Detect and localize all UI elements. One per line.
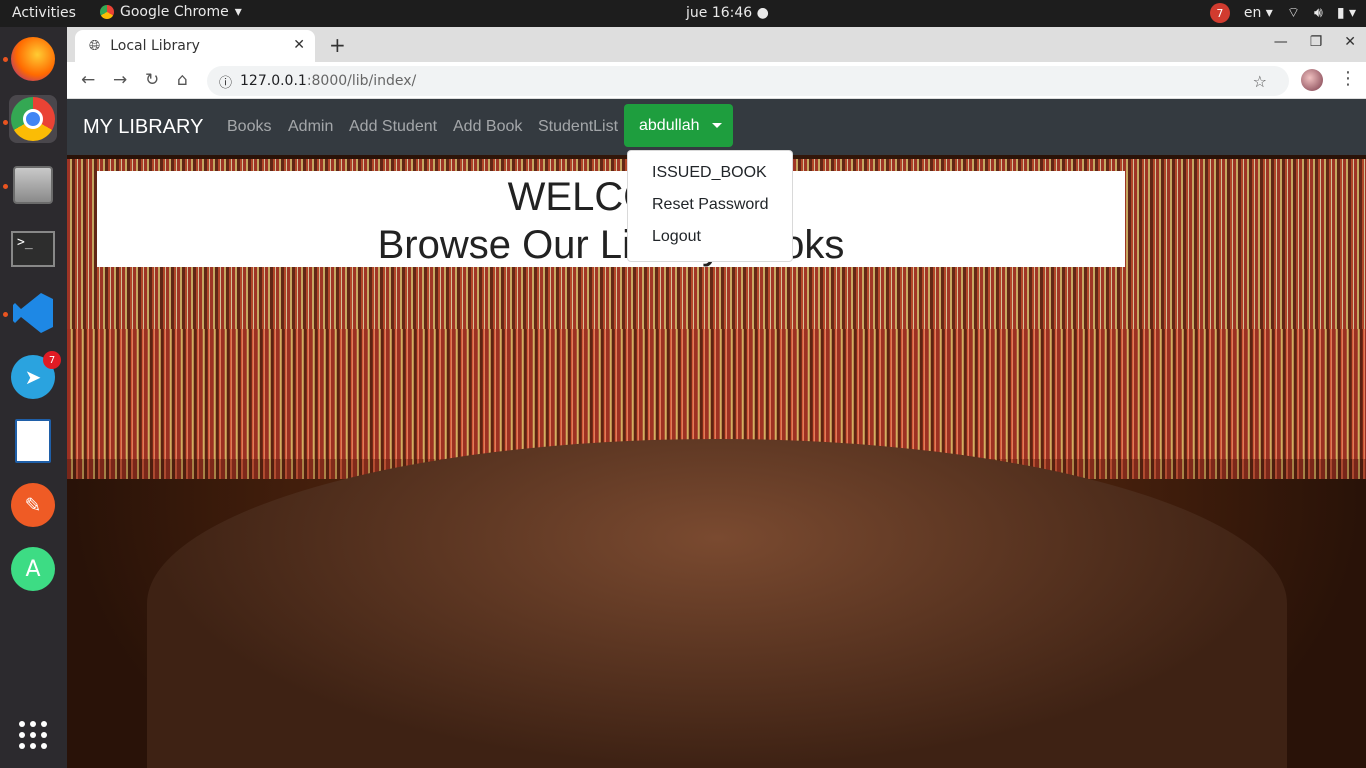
- app-menu[interactable]: Google Chrome ▾: [100, 4, 242, 20]
- bookmark-star-icon[interactable]: ☆: [1253, 72, 1267, 91]
- language-label: en: [1243, 5, 1262, 21]
- telegram-badge: 7: [43, 351, 61, 369]
- browser-tab[interactable]: 🌐︎ Local Library ✕: [75, 30, 315, 62]
- toolbar: ← → ↻ ⌂ ⓘ 127.0.0.1:8000/lib/index/ ☆ ⋮: [67, 62, 1366, 99]
- close-window-icon[interactable]: ✕: [1344, 34, 1356, 50]
- caret-down-icon: [711, 123, 722, 128]
- dropdown-item-reset-password[interactable]: Reset Password: [628, 191, 792, 223]
- postman-icon[interactable]: ✎: [9, 481, 57, 529]
- running-indicator: [3, 120, 8, 125]
- telegram-icon[interactable]: ➤ 7: [9, 351, 61, 401]
- tab-strip: 🌐︎ Local Library ✕ + — ❐ ✕: [67, 27, 1366, 62]
- system-top-bar: Activities Google Chrome ▾ jue 16:46 ● 7…: [0, 0, 1366, 27]
- running-indicator: [3, 184, 8, 189]
- user-dropdown-menu: ISSUED_BOOK Reset Password Logout: [627, 150, 793, 262]
- nav-link-books[interactable]: Books: [227, 118, 271, 136]
- dropdown-item-issued-book[interactable]: ISSUED_BOOK: [628, 159, 792, 191]
- chevron-down-icon: ▾: [234, 4, 242, 20]
- dock: >_ ➤ 7 ✎ A: [0, 27, 67, 768]
- nav-link-add-student[interactable]: Add Student: [349, 118, 437, 136]
- globe-icon: 🌐︎: [89, 38, 101, 54]
- welcome-subheading: Browse Our Library Books: [377, 223, 845, 267]
- home-icon[interactable]: ⌂: [177, 70, 188, 90]
- restore-icon[interactable]: ❐: [1310, 34, 1323, 50]
- chrome-small-icon: [100, 5, 114, 19]
- apps-grid-icon[interactable]: [9, 711, 57, 759]
- info-icon[interactable]: ⓘ: [219, 72, 232, 91]
- nav-link-admin[interactable]: Admin: [288, 118, 333, 136]
- android-studio-icon[interactable]: A: [9, 545, 57, 593]
- battery-icon: ▮ ▾: [1336, 5, 1356, 21]
- site-navbar: MY LIBRARY Books Admin Add Student Add B…: [67, 99, 1366, 155]
- terminal-icon[interactable]: >_: [9, 225, 57, 273]
- nav-link-add-book[interactable]: Add Book: [453, 118, 522, 136]
- new-tab-button[interactable]: +: [329, 33, 346, 57]
- volume-icon: 🔊︎: [1313, 5, 1323, 21]
- window-controls: — ❐ ✕: [1274, 34, 1356, 50]
- close-tab-icon[interactable]: ✕: [293, 37, 305, 53]
- running-indicator: [3, 57, 8, 62]
- reload-icon[interactable]: ↻: [145, 70, 159, 90]
- forward-icon[interactable]: →: [113, 70, 127, 90]
- user-dropdown-button[interactable]: abdullah: [624, 104, 733, 147]
- vscode-icon[interactable]: [9, 289, 57, 337]
- page-viewport: WELCOME Browse Our Library Books MY LIBR…: [67, 99, 1366, 768]
- url-path: :8000/lib/index/: [306, 73, 417, 89]
- running-indicator: [3, 312, 8, 317]
- clock[interactable]: jue 16:46 ●: [686, 5, 769, 21]
- user-name: abdullah: [639, 116, 700, 134]
- nav-link-student-list[interactable]: StudentList: [538, 118, 618, 136]
- tray-badge: 7: [1209, 3, 1230, 23]
- back-icon[interactable]: ←: [81, 70, 95, 90]
- dropdown-item-logout[interactable]: Logout: [628, 223, 792, 255]
- welcome-banner: WELCOME Browse Our Library Books: [97, 171, 1125, 267]
- background-floor: [147, 439, 1287, 768]
- chrome-icon[interactable]: [9, 95, 57, 143]
- tab-title: Local Library: [110, 38, 200, 54]
- language-indicator[interactable]: en ▾: [1244, 5, 1273, 21]
- site-brand[interactable]: MY LIBRARY: [83, 116, 203, 139]
- address-bar[interactable]: ⓘ 127.0.0.1:8000/lib/index/ ☆: [207, 66, 1289, 96]
- writer-icon[interactable]: [9, 417, 57, 465]
- files-icon[interactable]: [9, 161, 57, 209]
- minimize-icon[interactable]: —: [1274, 34, 1288, 50]
- welcome-heading: WELCOME: [507, 175, 715, 219]
- profile-avatar[interactable]: [1301, 69, 1323, 91]
- activities-button[interactable]: Activities: [12, 5, 76, 21]
- app-menu-label: Google Chrome: [120, 4, 229, 20]
- browser-window: 🌐︎ Local Library ✕ + — ❐ ✕ ← → ↻ ⌂ ⓘ 127…: [67, 27, 1366, 768]
- system-tray[interactable]: 7 en ▾ ⌔ 🔊︎ ▮ ▾: [1209, 3, 1356, 23]
- clock-label: jue 16:46: [686, 5, 753, 21]
- more-menu-icon[interactable]: ⋮: [1339, 68, 1357, 89]
- url-host: 127.0.0.1: [240, 73, 307, 89]
- firefox-icon[interactable]: [9, 35, 57, 83]
- wifi-icon: ⌔: [1286, 5, 1300, 21]
